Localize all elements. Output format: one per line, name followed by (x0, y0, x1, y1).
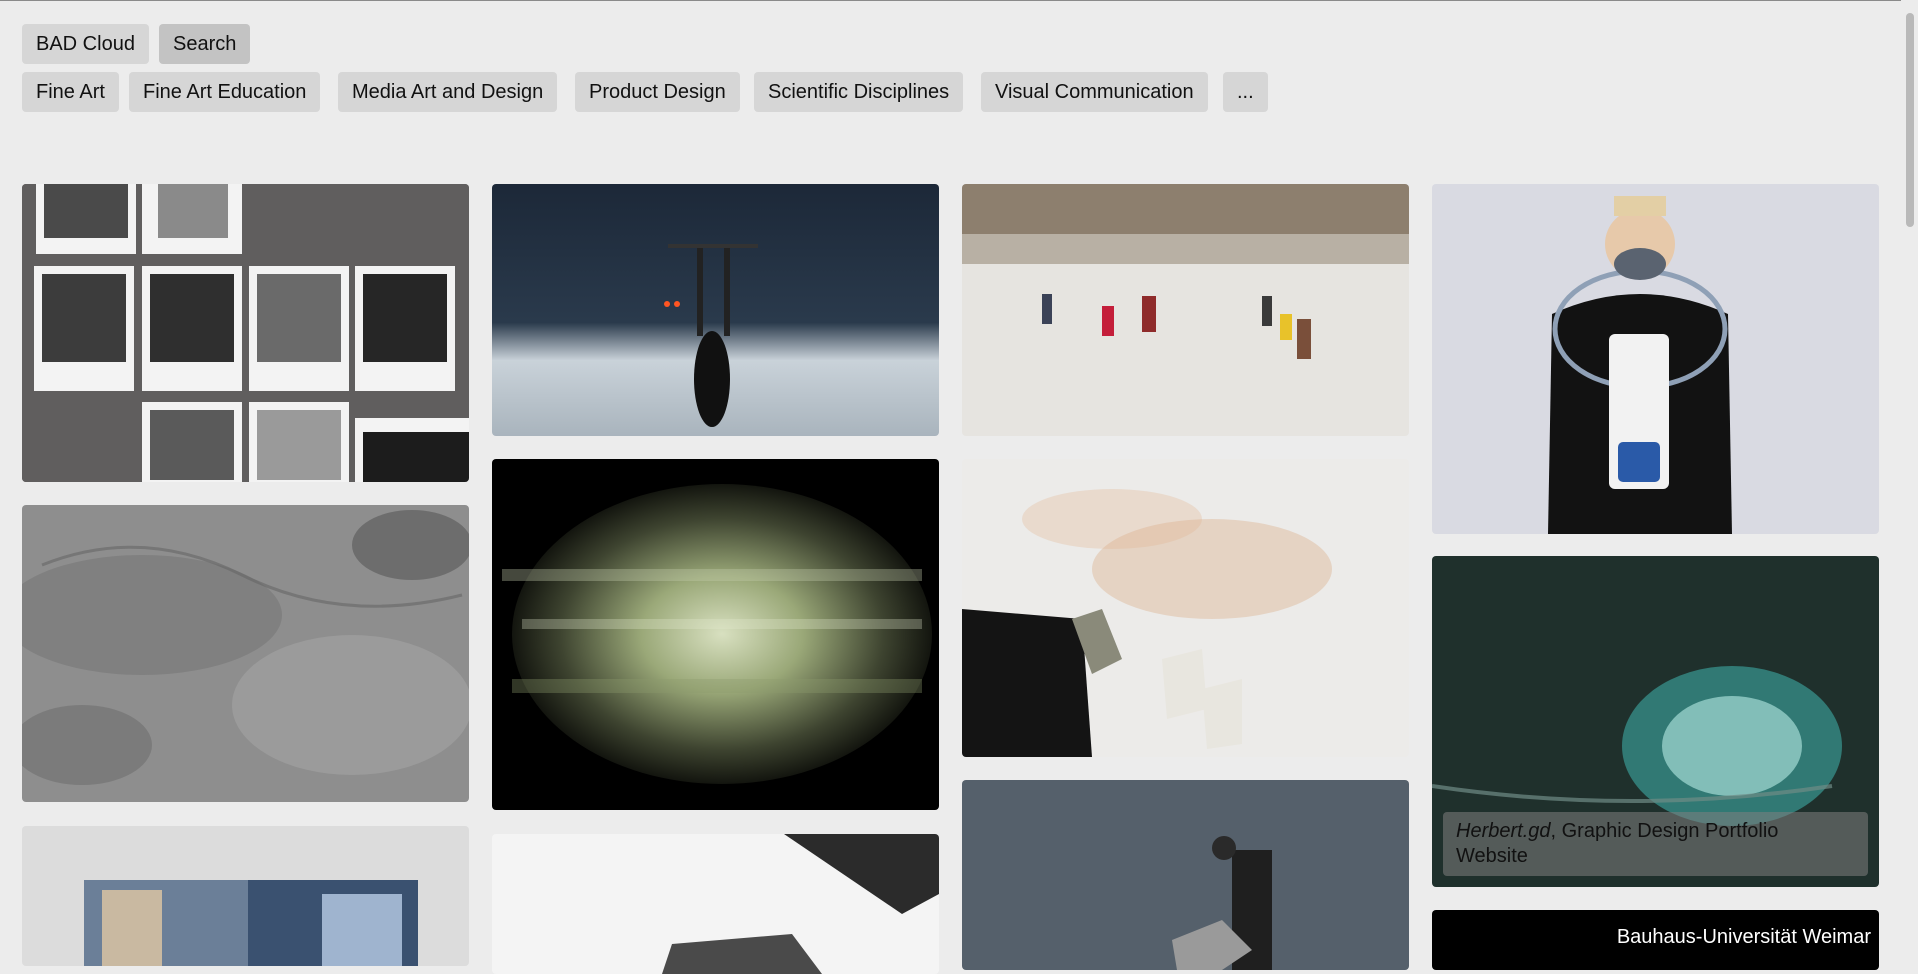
gallery-item-polaroid-photos[interactable] (22, 184, 469, 482)
open-book-image (22, 826, 469, 966)
blurred-abstract-image (492, 459, 939, 810)
gallery-item-person-with-object[interactable] (962, 780, 1409, 970)
bauhaus-university-logo-text: Bauhaus-Universität Weimar (1616, 926, 1871, 948)
featured-caption-separator: , (1550, 820, 1562, 842)
more-categories-button[interactable]: ... (1223, 72, 1268, 112)
top-border (0, 0, 1918, 1)
person-with-object-image (962, 780, 1409, 970)
category-fine-art-education[interactable]: Fine Art Education (129, 72, 321, 112)
search-button[interactable]: Search (159, 24, 251, 64)
gallery-item-printed-material[interactable] (492, 834, 939, 974)
gallery-item-stone-texture[interactable] (22, 505, 469, 802)
category-media-art-and-design[interactable]: Media Art and Design (338, 72, 558, 112)
category-visual-communication[interactable]: Visual Communication (981, 72, 1208, 112)
snow-field-image (962, 184, 1409, 436)
gallery-item-bauhaus-banner[interactable]: Bauhaus-Universität Weimar (1432, 910, 1879, 970)
bad-cloud-button[interactable]: BAD Cloud (22, 24, 149, 64)
gas-mask-portrait-image (1432, 184, 1879, 534)
category-scientific-disciplines[interactable]: Scientific Disciplines (754, 72, 964, 112)
category-fine-art[interactable]: Fine Art (22, 72, 119, 112)
page-scrollbar[interactable] (1901, 0, 1918, 959)
gallery-item-blurred-abstract[interactable] (492, 459, 939, 810)
gallery-item-open-book[interactable] (22, 826, 469, 966)
scrollbar-thumb[interactable] (1906, 13, 1914, 227)
stone-texture-image (22, 505, 469, 802)
gallery-item-herbert-gd[interactable]: Herbert.gd, Graphic Design Portfolio Web… (1432, 556, 1879, 887)
category-product-design[interactable]: Product Design (575, 72, 740, 112)
gallery-item-gas-mask-portrait[interactable] (1432, 184, 1879, 534)
polaroid-photos-image (22, 184, 469, 482)
gallery-item-feet-on-floor[interactable] (962, 459, 1409, 757)
featured-caption-title: Herbert.gd (1456, 820, 1551, 842)
motorcycle-image (492, 184, 939, 436)
gallery-item-snow-field[interactable] (962, 184, 1409, 436)
gallery-item-motorcycle[interactable] (492, 184, 939, 436)
featured-caption: Herbert.gd, Graphic Design Portfolio Web… (1443, 812, 1868, 876)
printed-material-image (492, 834, 939, 974)
feet-on-floor-image (962, 459, 1409, 757)
